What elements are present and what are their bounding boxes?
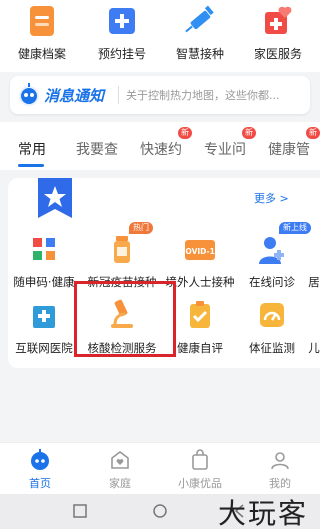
health-record-label: 健康档案	[17, 47, 66, 61]
doctor-icon: 新上线	[255, 222, 311, 266]
appointment-icon	[105, 4, 139, 38]
tab-query[interactable]: 我要查	[76, 139, 118, 159]
svg-text:COVID-19: COVID-19	[183, 247, 217, 256]
nav-shop[interactable]: 小康优品	[168, 449, 232, 491]
shopping-bag-icon	[189, 449, 211, 471]
family-heart-icon	[109, 449, 131, 471]
tab-label: 我要查	[76, 142, 118, 158]
smart-vaccine-button[interactable]: 智慧接种	[160, 4, 240, 62]
hospital-icon	[27, 298, 61, 332]
tab-common[interactable]: 常用	[18, 139, 46, 159]
health-record-icon	[25, 4, 59, 38]
vital-sign-monitor-button[interactable]: 体征监测	[230, 298, 314, 356]
family-doctor-label: 家医服务	[253, 47, 302, 61]
nav-label: 首页	[29, 477, 51, 490]
appointment-button[interactable]: 预约挂号	[82, 4, 162, 62]
notice-message[interactable]: 关于控制热力地图，这些你都...	[126, 87, 302, 103]
tab-label: 常用	[18, 142, 46, 158]
top-services-bar: 健康档案 预约挂号 智慧接种 家医服务	[0, 0, 320, 72]
smart-vaccine-label: 智慧接种	[175, 47, 224, 61]
partial-service-button[interactable]: 儿	[304, 298, 320, 356]
star-bookmark-icon	[38, 178, 72, 218]
partial-icon	[304, 232, 320, 266]
home-circle-icon[interactable]	[152, 503, 168, 523]
service-label: 儿	[308, 341, 320, 355]
robot-mascot-icon	[16, 82, 42, 108]
health-record-button[interactable]: 健康档案	[2, 4, 82, 62]
nav-profile[interactable]: 我的	[248, 449, 312, 491]
tab-health-manage[interactable]: 健康管 新	[268, 127, 320, 159]
nav-label: 家庭	[109, 477, 131, 490]
family-doctor-button[interactable]: 家医服务	[238, 4, 318, 62]
profile-icon	[269, 449, 291, 471]
notice-brand: 消息通知	[44, 87, 105, 105]
covid19-icon: COVID-19	[180, 232, 220, 266]
partial-service-button[interactable]: 居	[304, 232, 320, 290]
self-assess-icon	[183, 298, 217, 332]
online-consult-button[interactable]: 新上线 在线问诊	[230, 222, 314, 290]
home-robot-icon	[29, 449, 51, 471]
recent-apps-icon[interactable]	[72, 503, 88, 523]
new-badge: 新	[242, 127, 256, 139]
vaccine-bottle-icon: 热门	[105, 222, 153, 266]
tab-professional-ask[interactable]: 专业问 新	[204, 127, 256, 159]
gauge-icon	[255, 298, 289, 332]
partial-icon	[304, 298, 320, 332]
notice-divider	[118, 86, 119, 104]
highlight-box	[74, 281, 176, 357]
vaccine-syringe-icon	[183, 4, 217, 38]
bottom-navigation: 首页 家庭 小康优品 我的	[0, 442, 320, 494]
hot-tag: 热门	[129, 222, 153, 234]
nav-label: 小康优品	[178, 477, 222, 490]
appointment-label: 预约挂号	[97, 47, 146, 61]
tab-label: 快速约	[140, 142, 182, 158]
tab-quick-appointment[interactable]: 快速约 新	[140, 127, 192, 159]
new-badge: 新	[306, 127, 320, 139]
watermark-text: 大玩客	[218, 497, 309, 529]
tab-label: 专业问	[204, 142, 246, 158]
new-badge: 新	[178, 127, 192, 139]
tab-label: 健康管	[268, 142, 310, 158]
more-link[interactable]: 更多 >	[254, 190, 289, 206]
notice-bar[interactable]: 消息通知 关于控制热力地图，这些你都...	[10, 76, 310, 114]
category-tabs: 常用 我要查 快速约新 专业问新 健康管新	[0, 122, 320, 170]
qr-code-icon	[27, 232, 61, 266]
active-tab-indicator	[18, 164, 44, 167]
nav-label: 我的	[269, 477, 291, 490]
nav-home[interactable]: 首页	[8, 449, 72, 491]
service-label: 在线问诊	[249, 275, 295, 289]
family-doctor-icon	[261, 4, 295, 38]
service-label: 居	[308, 275, 320, 289]
service-label: 体征监测	[249, 341, 295, 355]
nav-family[interactable]: 家庭	[88, 449, 152, 491]
